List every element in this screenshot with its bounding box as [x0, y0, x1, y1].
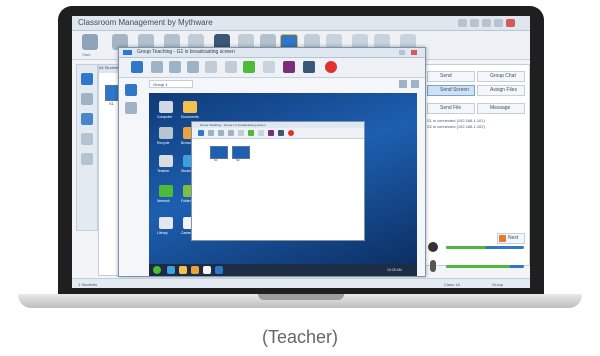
desktop-icon-label: Computer	[157, 115, 173, 119]
folder-icon[interactable]	[179, 266, 187, 274]
documents-icon[interactable]	[183, 101, 197, 113]
minimize-icon[interactable]	[399, 50, 405, 55]
laptop-notch	[258, 294, 344, 300]
pin-icon[interactable]	[399, 80, 407, 88]
explorer-icon[interactable]	[167, 266, 175, 274]
recycle-icon[interactable]	[159, 127, 173, 139]
screen: Classroom Management by Mythware Start A…	[72, 16, 530, 288]
mic-volume-fill	[446, 265, 510, 268]
microphone-icon[interactable]	[430, 260, 436, 272]
desktop-icon-label: Recycle	[157, 141, 170, 145]
next-icon	[499, 235, 506, 242]
capture-icon[interactable]	[283, 61, 295, 73]
group-teaching-window: Group Teaching - G1 is broadcasting scre…	[118, 47, 426, 277]
library-icon[interactable]	[159, 217, 173, 229]
right-panel: Send Group Chat Send Screen Assign Files…	[422, 64, 530, 266]
app-icon[interactable]	[215, 266, 223, 274]
message-button[interactable]: Message	[477, 103, 525, 114]
media-icon[interactable]	[203, 266, 211, 274]
settings-icon[interactable]	[470, 19, 479, 27]
help-icon[interactable]	[458, 19, 467, 27]
status-class: Class 1A	[444, 282, 461, 287]
nested-thumb-label: S2	[236, 158, 240, 162]
nested-student-thumbnail[interactable]	[210, 146, 228, 159]
zoom-icon[interactable]	[218, 130, 224, 136]
stop-icon[interactable]	[325, 61, 337, 73]
stop-icon[interactable]	[288, 130, 294, 136]
app-title-bar: Classroom Management by Mythware	[72, 16, 530, 31]
network-icon[interactable]	[159, 185, 173, 197]
teacher-icon[interactable]	[159, 155, 173, 167]
log-line: S1 is connected (192.168.1.101)	[427, 118, 485, 123]
group-view-icon[interactable]	[81, 113, 93, 125]
mouse-icon[interactable]	[205, 61, 217, 73]
refresh-icon[interactable]	[243, 61, 255, 73]
nested-thumb-label: S1	[214, 158, 218, 162]
toolbar-label: Start	[82, 52, 91, 57]
app-title: Classroom Management by Mythware	[78, 18, 213, 27]
taskbar-time: 10:25 AM	[387, 268, 402, 272]
minimize-icon[interactable]	[482, 19, 491, 27]
group-chat-button[interactable]: Group Chat	[477, 71, 525, 82]
monitor-view-icon[interactable]	[125, 102, 137, 114]
record-icon[interactable]	[263, 61, 275, 73]
close-icon[interactable]	[411, 50, 417, 55]
nested-student-thumbnail[interactable]	[232, 146, 250, 159]
assign-files-button[interactable]: Assign Files	[477, 85, 525, 96]
group-teaching-title-bar: Group Teaching - G1 is broadcasting scre…	[119, 48, 425, 58]
desktop-icon-label: Folder	[181, 199, 191, 203]
tab-group-1[interactable]: Group 1	[149, 80, 193, 88]
status-group: Group	[492, 282, 504, 287]
send-file-button[interactable]: Send File	[427, 103, 475, 114]
fullscreen-icon[interactable]	[411, 80, 419, 88]
record-icon[interactable]	[258, 130, 264, 136]
group-view-icon[interactable]	[125, 84, 137, 96]
zoom-icon[interactable]	[169, 61, 181, 73]
desktop-taskbar: 10:25 AM	[149, 264, 417, 276]
fit-icon[interactable]	[208, 130, 214, 136]
speaker-icon[interactable]	[428, 242, 438, 252]
thumbnail-view-icon[interactable]	[81, 73, 93, 85]
search-view-icon[interactable]	[81, 153, 93, 165]
group-teaching-toolbar	[119, 58, 425, 78]
student-label: S1	[109, 101, 114, 106]
close-icon[interactable]	[506, 19, 515, 27]
desktop-icon-label: Network	[157, 199, 170, 203]
group-teaching-title: Group Teaching - G1 is broadcasting scre…	[137, 49, 235, 55]
desktop-icon-label: Documents	[181, 115, 199, 119]
browser-icon[interactable]	[191, 266, 199, 274]
fit-icon[interactable]	[151, 61, 163, 73]
log-line: S2 is connected (192.168.1.102)	[427, 124, 485, 129]
pointer-icon[interactable]	[225, 61, 237, 73]
nested-group-teaching-window: Group Teaching - Group 1 is broadcasting…	[191, 121, 365, 241]
caption: (Teacher)	[261, 327, 339, 347]
start-icon[interactable]	[153, 266, 161, 274]
send-button[interactable]: Send	[427, 71, 475, 82]
maximize-icon[interactable]	[494, 19, 503, 27]
list-view-icon[interactable]	[81, 93, 93, 105]
view-icon[interactable]	[198, 130, 204, 136]
pen-icon[interactable]	[228, 130, 234, 136]
status-bar: 1 Students Class 1A Group	[72, 278, 530, 288]
status-students: 1 Students	[78, 282, 98, 287]
nested-toolbar	[192, 128, 364, 139]
capture-icon[interactable]	[268, 130, 274, 136]
left-sidebar	[76, 64, 98, 231]
app-logo-icon	[123, 50, 132, 55]
mouse-icon[interactable]	[238, 130, 244, 136]
computer-icon[interactable]	[159, 101, 173, 113]
screen-icon[interactable]	[303, 61, 315, 73]
broadcast-desktop: Computer Documents Recycle Browser Teach…	[149, 93, 417, 273]
view-icon[interactable]	[131, 61, 143, 73]
send-screen-button[interactable]: Send Screen	[427, 85, 475, 96]
start-class-icon[interactable]	[82, 34, 98, 50]
speaker-volume-fill	[446, 246, 486, 249]
pen-icon[interactable]	[187, 61, 199, 73]
screen-icon[interactable]	[278, 130, 284, 136]
desktop-icon-label: Library	[157, 231, 168, 235]
desktop-icon-label: Teacher	[157, 169, 170, 173]
refresh-icon[interactable]	[248, 130, 254, 136]
report-view-icon[interactable]	[81, 133, 93, 145]
